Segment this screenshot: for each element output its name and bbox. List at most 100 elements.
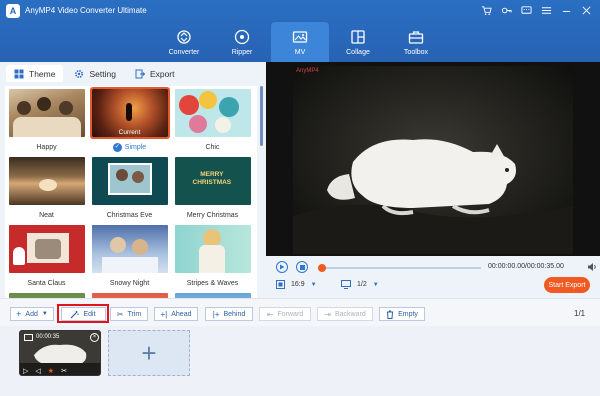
converter-icon [177, 29, 191, 44]
empty-button[interactable]: Empty [379, 307, 425, 321]
theme-label: Santa Claus [27, 279, 66, 287]
theme-card-snowy-night[interactable]: Snowy Night [90, 225, 169, 289]
start-export-button[interactable]: Start Export [544, 277, 590, 293]
nav-toolbox[interactable]: Toolbox [387, 22, 445, 62]
ahead-label: Ahead [171, 310, 192, 318]
theme-card-simple[interactable]: Current ✓ Simple [89, 87, 170, 153]
theme-panel: Theme Setting Export Happy Current ✓ Sim… [0, 62, 266, 298]
left-tabs: Theme Setting Export [6, 65, 183, 82]
theme-scrollbar[interactable] [260, 86, 263, 146]
trim-button[interactable]: ✂ Trim [110, 307, 148, 321]
stop-icon [299, 264, 305, 270]
nav-label: Collage [346, 48, 370, 56]
forward-icon: ⇤ [266, 309, 274, 319]
screen-index: 1/2 [357, 281, 367, 288]
feedback-icon[interactable] [518, 3, 534, 17]
volume-icon[interactable]: ◁ [35, 367, 40, 375]
remove-clip-icon[interactable]: × [90, 333, 99, 342]
move-behind-icon: |+ [212, 309, 220, 319]
preview-image [293, 66, 573, 254]
stop-button[interactable] [296, 261, 308, 273]
theme-card-chic[interactable]: Chic [173, 89, 252, 153]
export-icon [135, 69, 145, 78]
backward-label: Backward [334, 310, 366, 318]
play-button[interactable] [276, 261, 288, 273]
preview-watermark: AnyMP4 [296, 68, 319, 74]
forward-button[interactable]: ⇤ Forward [259, 307, 311, 321]
forward-label: Forward [277, 310, 304, 318]
tab-label: Export [149, 68, 175, 79]
theme-thumbnail [8, 157, 85, 205]
theme-label: Snowy Night [109, 279, 150, 287]
player-controls: 00:00:00.00/00:00:35.00 16:9 ▼ 1/2 ▼ Sta… [266, 256, 600, 298]
theme-label: Chic [205, 143, 220, 151]
progress-track[interactable] [321, 267, 481, 269]
preview-video [293, 66, 573, 254]
current-badge: Current [118, 129, 141, 136]
nav-label: Ripper [231, 48, 253, 56]
clip-page-count: 1/1 [574, 309, 586, 318]
collage-icon [351, 29, 365, 44]
clip-thumbnail[interactable]: 00:00:35 × ▷ ◁ ★ ✂ [19, 330, 101, 376]
backward-button[interactable]: ⇥ Backward [317, 307, 373, 321]
app-header: A AnyMP4 Video Converter Ultimate Conver… [0, 0, 600, 62]
nav-mv[interactable]: MV [271, 22, 329, 62]
clip-timeline: 00:00:35 × ▷ ◁ ★ ✂ + [0, 326, 600, 396]
key-icon[interactable] [498, 3, 514, 17]
nav-ripper[interactable]: Ripper [213, 22, 271, 62]
aspect-ratio-select[interactable]: 16:9 ▼ [276, 280, 317, 289]
gear-icon [75, 69, 84, 78]
cart-icon[interactable] [478, 3, 494, 17]
close-icon[interactable] [578, 3, 594, 17]
film-icon [24, 334, 33, 341]
theme-grid: Happy Current ✓ Simple Chic Neat Christm… [5, 86, 257, 298]
add-clip-button[interactable]: + [108, 330, 190, 376]
clip-toolbar: + Add ▼ Edit ✂ Trim +| Ahead |+ Behind ⇤… [0, 298, 600, 326]
theme-card-christmas-eve[interactable]: Christmas Eve [90, 157, 169, 221]
play-icon [280, 264, 285, 270]
minimize-icon[interactable] [558, 3, 574, 17]
screen-select[interactable]: 1/2 ▼ [341, 280, 379, 289]
theme-card-stripes-waves[interactable]: Stripes & Waves [173, 225, 252, 289]
add-label: Add [25, 310, 38, 318]
behind-button[interactable]: |+ Behind [205, 307, 253, 321]
time-display: 00:00:00.00/00:00:35.00 [488, 263, 564, 270]
theme-label: Christmas Eve [106, 211, 153, 219]
nav-converter[interactable]: Converter [155, 22, 213, 62]
main-nav: Converter Ripper MV Collage Toolbox [155, 22, 445, 62]
tab-theme[interactable]: Theme [6, 65, 64, 82]
ripper-icon [234, 29, 250, 44]
chevron-down-icon: ▼ [41, 311, 48, 317]
theme-card-merry-christmas[interactable]: MERRY CHRISTMAS Merry Christmas [173, 157, 252, 221]
tab-label: Theme [29, 68, 56, 79]
theme-card-neat[interactable]: Neat [7, 157, 86, 221]
grid-icon [14, 69, 24, 78]
app-logo: A [6, 4, 20, 18]
theme-card-happy[interactable]: Happy [7, 89, 86, 153]
menu-icon[interactable] [538, 3, 554, 17]
scissors-icon: ✂ [116, 309, 124, 319]
tab-export[interactable]: Export [127, 65, 183, 82]
nav-collage[interactable]: Collage [329, 22, 387, 62]
progress-knob[interactable] [318, 264, 326, 272]
theme-card-santa-claus[interactable]: Santa Claus [7, 225, 86, 289]
chevron-down-icon: ▼ [372, 281, 379, 288]
app-title: AnyMP4 Video Converter Ultimate [25, 6, 147, 15]
theme-thumbnail: Current [89, 87, 170, 139]
theme-thumbnail [91, 225, 168, 273]
nav-label: Converter [168, 48, 200, 56]
play-icon[interactable]: ▷ [23, 367, 28, 375]
behind-label: Behind [223, 310, 246, 318]
nav-label: MV [294, 48, 306, 56]
mv-icon [292, 30, 308, 43]
tab-setting[interactable]: Setting [66, 65, 123, 82]
ahead-button[interactable]: +| Ahead [154, 307, 198, 321]
nav-label: Toolbox [403, 48, 429, 56]
add-button[interactable]: + Add ▼ [10, 307, 54, 321]
edit-icon[interactable]: ★ [48, 367, 54, 375]
scissors-icon[interactable]: ✂ [61, 367, 67, 375]
trim-label: Trim [127, 310, 142, 318]
monitor-icon [341, 280, 351, 289]
volume-icon[interactable] [587, 262, 597, 272]
aspect-ratio-icon [276, 280, 285, 289]
